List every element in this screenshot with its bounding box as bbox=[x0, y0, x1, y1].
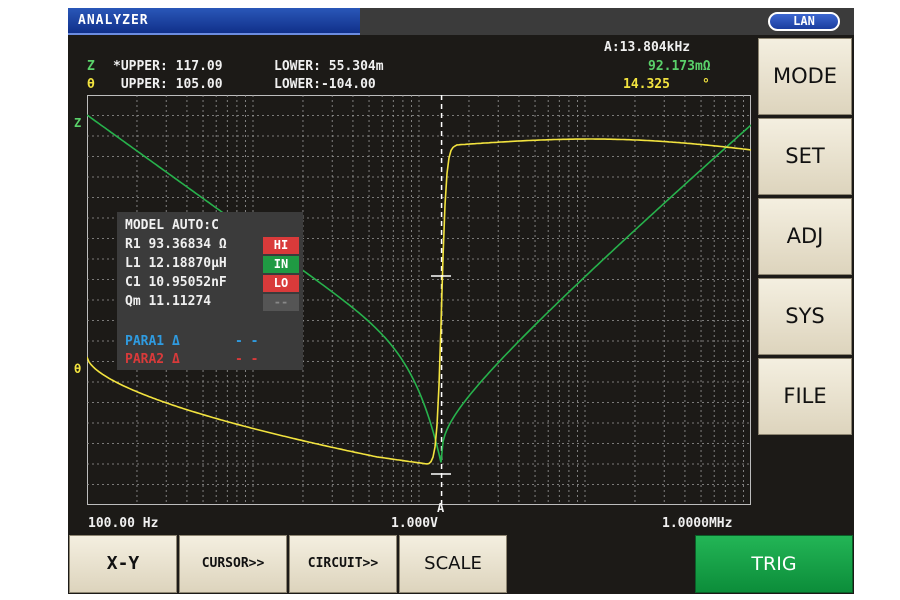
l1-judgement-badge: IN bbox=[263, 256, 299, 273]
equivalent-circuit-panel: MODEL AUTO:C R1 93.36834 Ω L1 12.18870μH… bbox=[117, 212, 303, 370]
c1-judgement-badge: LO bbox=[263, 275, 299, 292]
theta-lower-limit: LOWER:-104.00 bbox=[274, 77, 376, 92]
r1-value: R1 93.36834 Ω bbox=[125, 237, 227, 252]
z-parameter-label: Z bbox=[87, 59, 95, 74]
analyzer-screen: ANALYZER LAN Z *UPPER: 117.09 LOWER: 55.… bbox=[68, 8, 854, 594]
para1-value: - - bbox=[235, 334, 259, 349]
cursor-a-label: A bbox=[437, 501, 445, 515]
adj-button[interactable]: ADJ bbox=[758, 198, 852, 275]
l1-value: L1 12.18870μH bbox=[125, 256, 227, 271]
para2-value: - - bbox=[235, 352, 259, 367]
xy-button[interactable]: X-Y bbox=[69, 535, 177, 593]
circuit-model: MODEL AUTO:C bbox=[125, 218, 219, 233]
sys-button[interactable]: SYS bbox=[758, 278, 852, 355]
r1-judgement-badge: HI bbox=[263, 237, 299, 254]
header-bar: ANALYZER LAN bbox=[68, 8, 854, 35]
scale-button[interactable]: SCALE bbox=[399, 535, 507, 593]
theta-axis-label: θ bbox=[74, 362, 82, 376]
z-upper-limit: *UPPER: 117.09 bbox=[113, 59, 223, 74]
cursor-frequency: A:13.804kHz bbox=[604, 40, 691, 55]
circuit-button[interactable]: CIRCUIT>> bbox=[289, 535, 397, 593]
file-button[interactable]: FILE bbox=[758, 358, 852, 435]
theta-upper-limit: UPPER: 105.00 bbox=[113, 77, 223, 92]
app-title: ANALYZER bbox=[68, 8, 360, 35]
lan-indicator[interactable]: LAN bbox=[768, 12, 840, 31]
mode-button[interactable]: MODE bbox=[758, 38, 852, 115]
x-axis-end: 1.0000MHz bbox=[662, 516, 733, 531]
z-lower-limit: LOWER: 55.304m bbox=[274, 59, 384, 74]
set-button[interactable]: SET bbox=[758, 118, 852, 195]
para1-label: PARA1 Δ bbox=[125, 334, 180, 349]
c1-value: C1 10.95052nF bbox=[125, 275, 227, 290]
x-axis-start: 100.00 Hz bbox=[88, 516, 159, 531]
para2-label: PARA2 Δ bbox=[125, 352, 180, 367]
z-axis-label: Z bbox=[74, 116, 82, 130]
qm-judgement-badge: -- bbox=[263, 294, 299, 311]
cursor-button[interactable]: CURSOR>> bbox=[179, 535, 287, 593]
signal-level: 1.000V bbox=[391, 516, 438, 531]
qm-value: Qm 11.11274 bbox=[125, 294, 212, 309]
theta-parameter-label: θ bbox=[87, 77, 95, 92]
trig-button[interactable]: TRIG bbox=[695, 535, 853, 593]
cursor-z-value: 92.173mΩ bbox=[648, 59, 711, 74]
cursor-theta-value: 14.325 bbox=[623, 77, 670, 92]
cursor-theta-unit: ° bbox=[702, 77, 710, 92]
